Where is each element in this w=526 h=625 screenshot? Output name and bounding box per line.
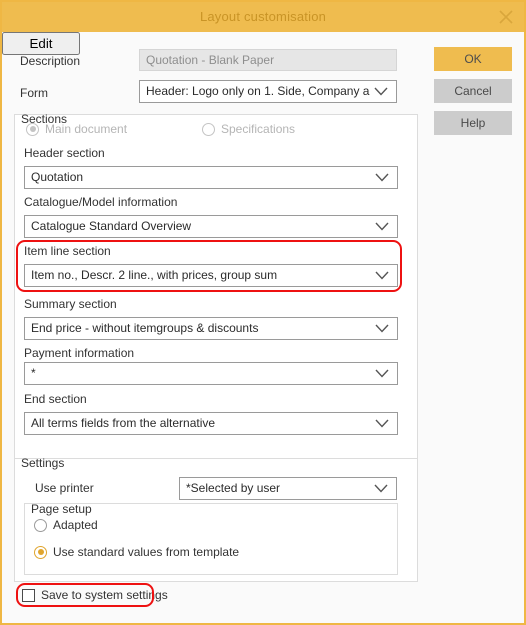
radio-use-standard-values-indicator [34, 545, 47, 559]
ok-button[interactable]: OK [434, 47, 512, 71]
chevron-down-icon [375, 318, 391, 339]
radio-use-standard-values[interactable]: Use standard values from template [34, 545, 239, 559]
end-section-value: All terms fields from the alternative [31, 416, 216, 430]
chevron-down-icon [375, 265, 391, 286]
item-line-section-label: Item line section [24, 244, 111, 258]
radio-main-document[interactable]: Main document [26, 122, 127, 136]
window-title: Layout customisation [199, 9, 327, 24]
chevron-down-icon [375, 216, 391, 237]
chevron-down-icon [374, 478, 390, 499]
help-button[interactable]: Help [434, 111, 512, 135]
form-combobox-value: Header: Logo only on 1. Side, Company ad… [146, 84, 370, 98]
end-section-label: End section [24, 392, 87, 406]
layout-customisation-dialog: Layout customisation Description Quotati… [0, 0, 526, 625]
chevron-down-icon [375, 363, 391, 384]
radio-use-standard-values-label: Use standard values from template [53, 545, 240, 559]
save-to-system-settings-checkbox[interactable]: Save to system settings [22, 588, 168, 602]
save-to-system-settings-label: Save to system settings [41, 588, 168, 602]
chevron-down-icon [375, 413, 391, 434]
header-section-label: Header section [24, 146, 105, 160]
end-section-combobox[interactable]: All terms fields from the alternative [24, 412, 398, 435]
page-setup-group-title: Page setup [31, 502, 92, 516]
radio-adapted[interactable]: Adapted [34, 518, 98, 532]
form-label: Form [20, 86, 48, 100]
radio-specifications-label: Specifications [221, 122, 296, 136]
chevron-down-icon [375, 167, 391, 188]
catalogue-model-value: Catalogue Standard Overview [31, 219, 192, 233]
item-line-section-combobox[interactable]: Item no., Descr. 2 line., with prices, g… [24, 264, 398, 287]
dialog-body: Description Quotation - Blank Paper Form… [2, 32, 524, 623]
description-field: Quotation - Blank Paper [139, 49, 397, 71]
save-to-system-settings-box [22, 588, 35, 602]
title-bar: Layout customisation [2, 2, 524, 32]
radio-specifications[interactable]: Specifications [202, 122, 295, 136]
header-section-value: Quotation [31, 170, 84, 184]
payment-information-combobox[interactable]: * [24, 362, 398, 385]
radio-main-document-label: Main document [45, 122, 128, 136]
payment-information-value: * [31, 366, 36, 380]
description-label: Description [20, 54, 81, 68]
close-icon[interactable] [494, 6, 518, 28]
header-section-combobox[interactable]: Quotation [24, 166, 398, 189]
use-printer-label: Use printer [35, 481, 94, 495]
cancel-button[interactable]: Cancel [434, 79, 512, 103]
form-combobox[interactable]: Header: Logo only on 1. Side, Company ad… [139, 80, 397, 103]
chevron-down-icon [374, 81, 390, 102]
settings-group-title: Settings [21, 456, 65, 470]
summary-section-value: End price - without itemgroups & discoun… [31, 321, 259, 335]
radio-main-document-indicator [26, 122, 39, 136]
radio-adapted-label: Adapted [53, 518, 98, 532]
radio-specifications-indicator [202, 122, 215, 136]
catalogue-model-label: Catalogue/Model information [24, 195, 178, 209]
item-line-section-value: Item no., Descr. 2 line., with prices, g… [31, 268, 278, 282]
use-printer-value: *Selected by user [186, 481, 281, 495]
radio-adapted-indicator [34, 518, 47, 532]
payment-information-label: Payment information [24, 346, 135, 360]
use-printer-combobox[interactable]: *Selected by user [179, 477, 397, 500]
catalogue-model-combobox[interactable]: Catalogue Standard Overview [24, 215, 398, 238]
summary-section-label: Summary section [24, 297, 117, 311]
summary-section-combobox[interactable]: End price - without itemgroups & discoun… [24, 317, 398, 340]
